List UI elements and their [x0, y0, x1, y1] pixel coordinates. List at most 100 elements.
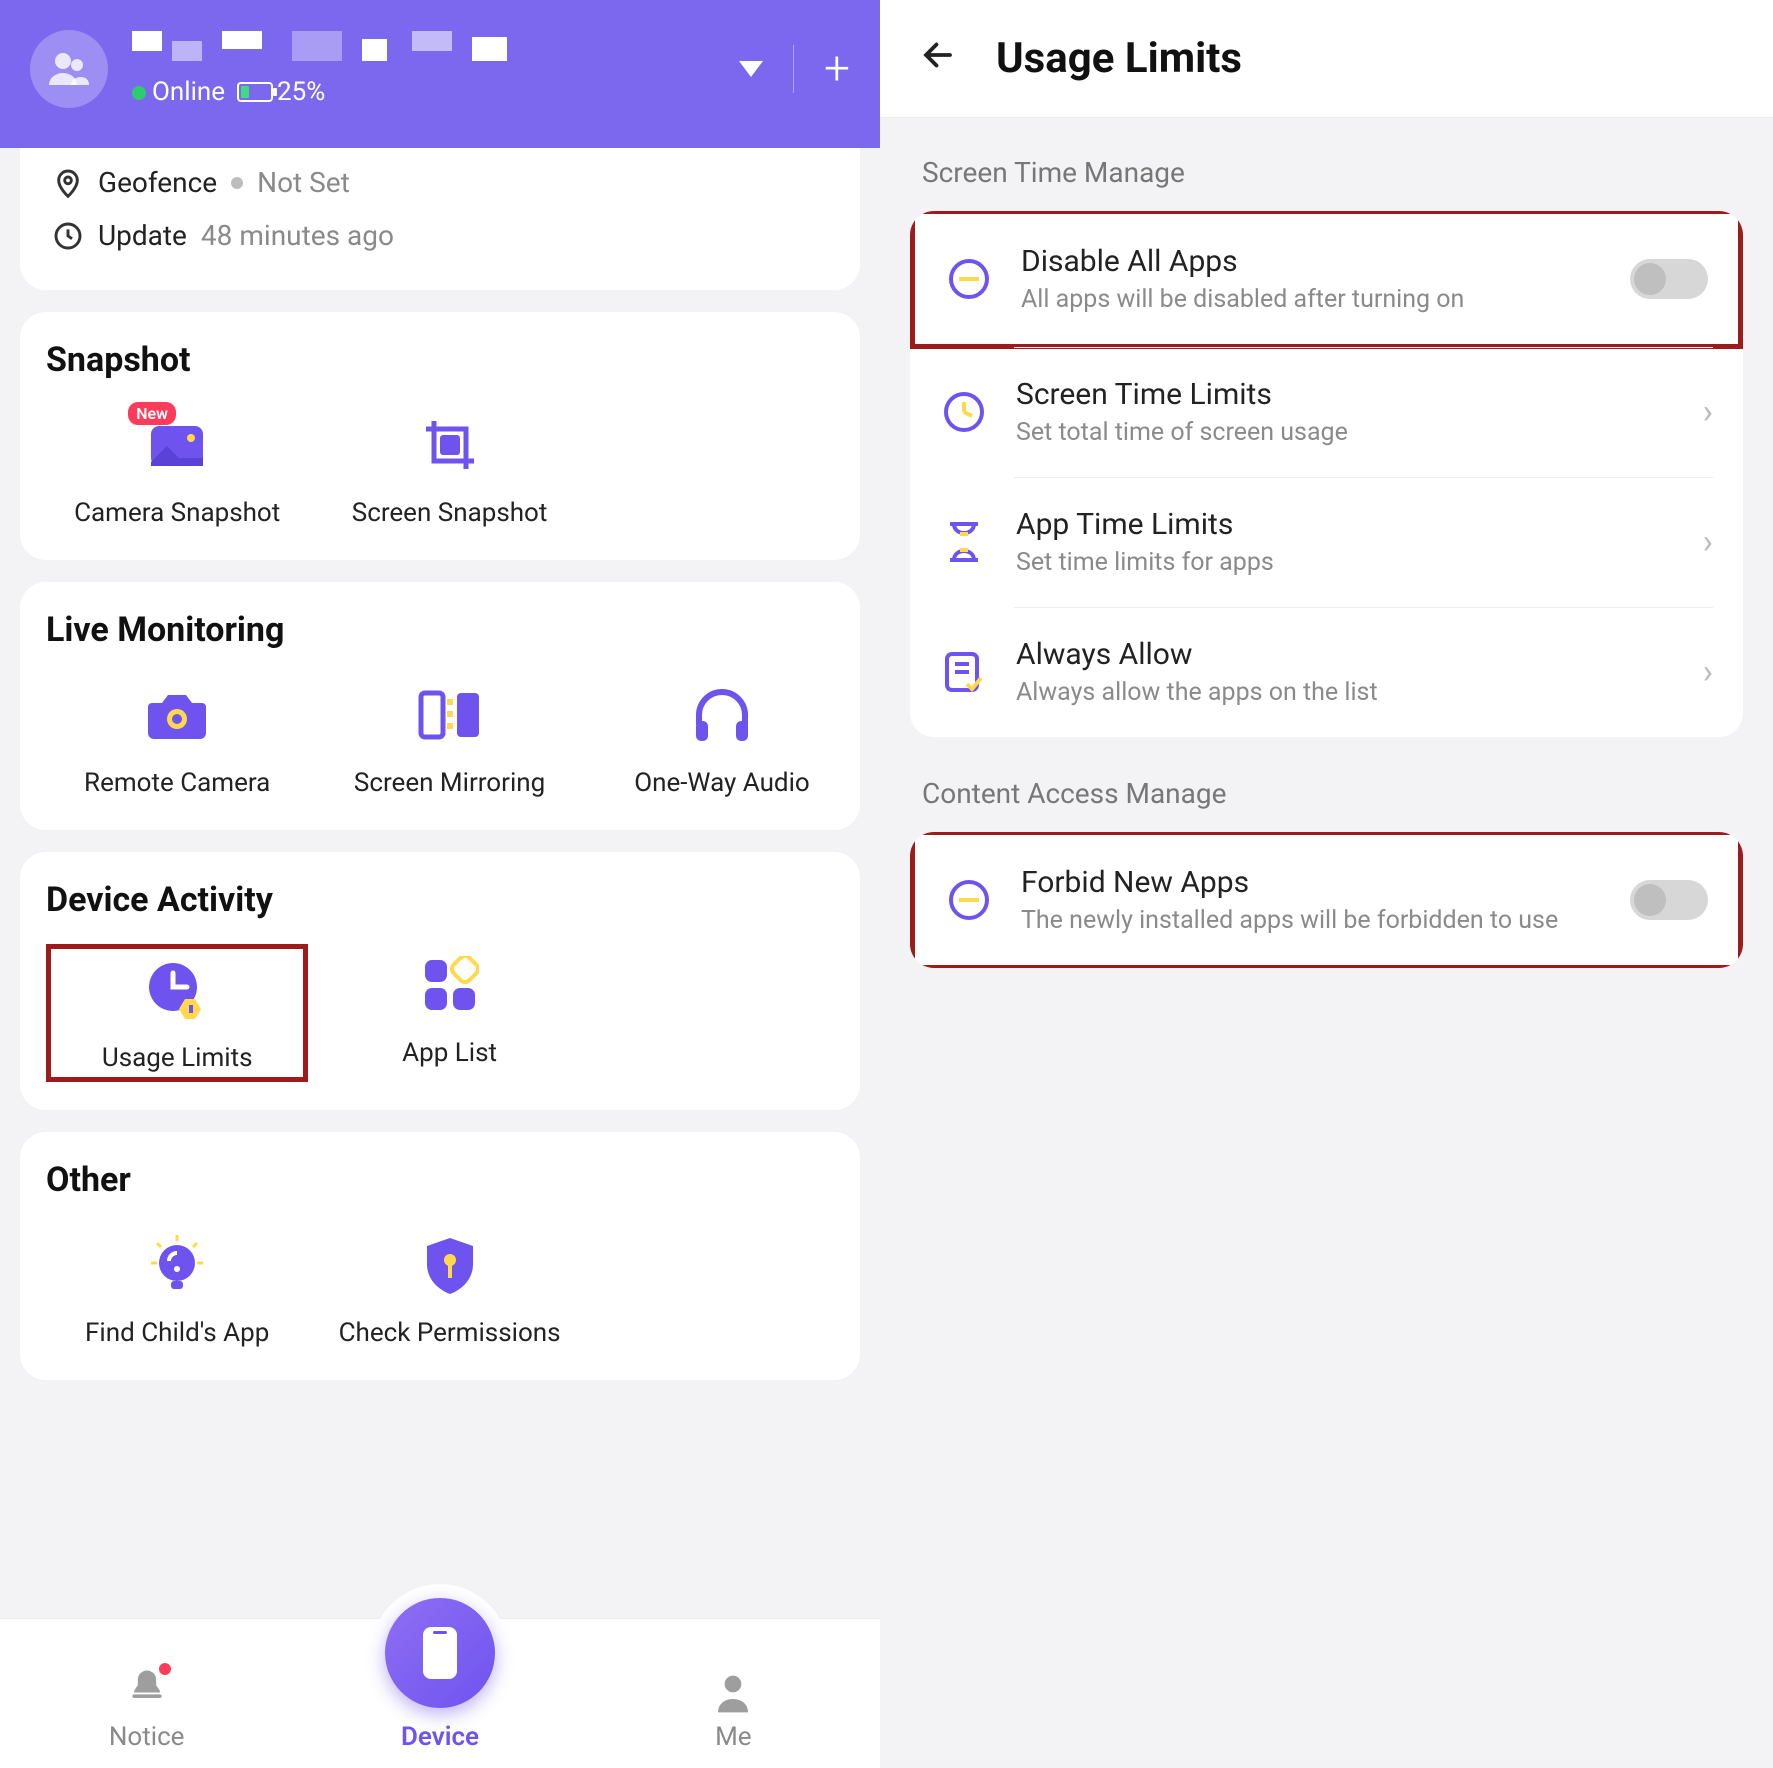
status-dot-icon	[231, 177, 243, 189]
row-app-time-limits[interactable]: App Time Limits Set time limits for apps…	[910, 477, 1743, 607]
geofence-value: Not Set	[257, 166, 350, 199]
camera-icon	[142, 680, 212, 750]
section-label: Content Access Manage	[922, 777, 1731, 810]
tile-check-permissions[interactable]: Check Permissions	[318, 1224, 580, 1352]
device-activity-section: Device Activity Usage Limits App List	[20, 852, 860, 1110]
geofence-label: Geofence	[98, 166, 217, 199]
battery-text: 25%	[277, 77, 325, 107]
bell-icon	[125, 1665, 169, 1716]
update-value: 48 minutes ago	[201, 219, 394, 252]
row-title: Always Allow	[1016, 637, 1675, 672]
list-check-icon	[940, 648, 988, 696]
tile-screen-snapshot[interactable]: Screen Snapshot	[318, 404, 580, 532]
tile-label: Camera Snapshot	[74, 498, 280, 528]
row-always-allow[interactable]: Always Allow Always allow the apps on th…	[910, 607, 1743, 737]
device-content: Geofence Not Set Update 48 minutes ago S…	[0, 148, 880, 1768]
content-access-card: Forbid New Apps The newly installed apps…	[910, 832, 1743, 968]
nav-label: Device	[401, 1722, 479, 1752]
crop-icon	[415, 410, 485, 480]
header-info: Online 25%	[132, 31, 739, 107]
page-header: Usage Limits	[880, 0, 1773, 118]
battery-icon: 25%	[237, 77, 325, 107]
chevron-right-icon: ›	[1703, 522, 1713, 562]
row-forbid-new-apps[interactable]: Forbid New Apps The newly installed apps…	[910, 832, 1743, 968]
hourglass-icon	[940, 518, 988, 566]
chevron-right-icon: ›	[1703, 392, 1713, 432]
tile-camera-snapshot[interactable]: New Camera Snapshot	[46, 404, 308, 532]
pin-icon	[52, 167, 84, 199]
page-title: Usage Limits	[996, 34, 1242, 83]
row-title: App Time Limits	[1016, 507, 1675, 542]
tile-screen-mirroring[interactable]: Screen Mirroring	[318, 674, 580, 802]
tile-label: Screen Snapshot	[352, 498, 548, 528]
divider	[793, 45, 794, 93]
row-disable-all-apps[interactable]: Disable All Apps All apps will be disabl…	[910, 211, 1743, 349]
snapshot-section: Snapshot New Camera Snapshot Screen Snap…	[20, 312, 860, 560]
tile-label: One-Way Audio	[634, 768, 810, 798]
row-subtitle: Always allow the apps on the list	[1016, 678, 1675, 707]
bottom-nav: Notice Device Me	[0, 1618, 880, 1768]
tile-label: Remote Camera	[84, 768, 270, 798]
nav-label: Notice	[109, 1722, 185, 1752]
screen-time-card: Disable All Apps All apps will be disabl…	[910, 211, 1743, 737]
tile-label: Find Child's App	[85, 1318, 269, 1348]
tile-app-list[interactable]: App List	[318, 944, 580, 1082]
online-label: Online	[152, 77, 225, 107]
arrow-left-icon	[920, 37, 956, 73]
people-icon	[45, 45, 93, 93]
row-title: Disable All Apps	[1021, 244, 1602, 279]
row-subtitle: Set total time of screen usage	[1016, 418, 1675, 447]
shield-icon	[415, 1230, 485, 1300]
nav-notice[interactable]: Notice	[1, 1665, 291, 1752]
device-name-redacted	[132, 31, 552, 67]
tile-one-way-audio[interactable]: One-Way Audio	[591, 674, 853, 802]
toggle-forbid-new-apps[interactable]	[1630, 880, 1708, 920]
add-device-button[interactable]: +	[824, 46, 850, 92]
new-badge: New	[128, 402, 176, 425]
section-title: Device Activity	[46, 880, 834, 920]
tile-label: Check Permissions	[339, 1318, 561, 1348]
section-title: Snapshot	[46, 340, 834, 380]
section-title: Live Monitoring	[46, 610, 834, 650]
row-title: Screen Time Limits	[1016, 377, 1675, 412]
status-card: Geofence Not Set Update 48 minutes ago	[20, 148, 860, 290]
avatar[interactable]	[30, 30, 108, 108]
usage-limits-screen: Usage Limits Screen Time Manage Disable …	[880, 0, 1773, 1768]
section-label: Screen Time Manage	[922, 156, 1731, 189]
geofence-row[interactable]: Geofence Not Set	[46, 156, 834, 209]
device-screen: Online 25% + Geofence Not Set Upda	[0, 0, 880, 1768]
tile-remote-camera[interactable]: Remote Camera	[46, 674, 308, 802]
row-screen-time-limits[interactable]: Screen Time Limits Set total time of scr…	[910, 347, 1743, 477]
tile-label: App List	[402, 1038, 497, 1068]
nav-device-button[interactable]	[385, 1598, 495, 1708]
row-title: Forbid New Apps	[1021, 865, 1602, 900]
tile-usage-limits[interactable]: Usage Limits	[46, 944, 308, 1082]
lightbulb-icon	[142, 1230, 212, 1300]
clock-icon	[940, 388, 988, 436]
usage-limits-icon	[142, 955, 212, 1025]
row-subtitle: The newly installed apps will be forbidd…	[1021, 906, 1602, 935]
nav-label: Me	[715, 1722, 752, 1752]
forbid-icon	[945, 876, 993, 924]
device-header: Online 25% +	[0, 0, 880, 148]
phone-icon	[417, 1623, 463, 1683]
photo-icon: New	[142, 410, 212, 480]
row-subtitle: All apps will be disabled after turning …	[1021, 285, 1602, 314]
tile-find-childs-app[interactable]: Find Child's App	[46, 1224, 308, 1352]
device-dropdown-icon[interactable]	[739, 61, 763, 77]
apps-icon	[415, 950, 485, 1020]
update-label: Update	[98, 219, 187, 252]
toggle-disable-all-apps[interactable]	[1630, 259, 1708, 299]
person-icon	[713, 1672, 753, 1716]
headphones-icon	[687, 680, 757, 750]
update-row[interactable]: Update 48 minutes ago	[46, 209, 834, 262]
notification-dot-icon	[159, 1663, 171, 1675]
nav-me[interactable]: Me	[588, 1672, 878, 1752]
back-button[interactable]	[920, 37, 956, 80]
chevron-right-icon: ›	[1703, 652, 1713, 692]
mirror-icon	[415, 680, 485, 750]
section-title: Other	[46, 1160, 834, 1200]
live-monitoring-section: Live Monitoring Remote Camera Screen Mir…	[20, 582, 860, 830]
tile-label: Screen Mirroring	[354, 768, 545, 798]
row-subtitle: Set time limits for apps	[1016, 548, 1675, 577]
